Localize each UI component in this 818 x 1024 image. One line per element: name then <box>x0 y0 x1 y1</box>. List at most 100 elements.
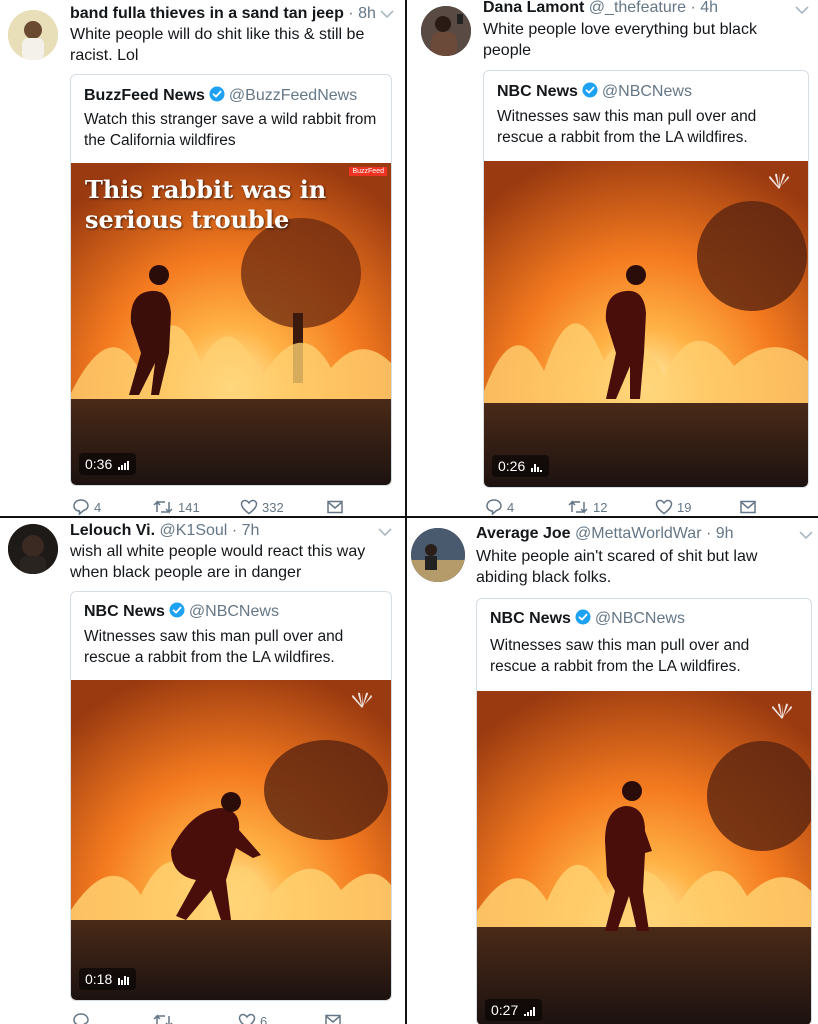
video-overlay-title: This rabbit was in serious trouble <box>85 175 327 234</box>
nbc-peacock-icon <box>352 692 372 708</box>
video-duration: 0:27 <box>485 999 543 1021</box>
dm-button[interactable] <box>324 1012 346 1024</box>
wildfire-video-frame <box>477 691 811 1024</box>
like-button[interactable]: 19 <box>655 498 691 516</box>
quoted-display-name: NBC News <box>497 83 578 100</box>
quoted-tweet[interactable]: NBC News @NBCNews Witnesses saw this man … <box>70 591 392 1001</box>
display-name[interactable]: Dana Lamont <box>483 0 584 16</box>
tweet-header: Lelouch Vi. @K1Soul · 7h <box>70 521 259 541</box>
tweet-header: Dana Lamont @_thefeature · 4h <box>483 0 718 18</box>
like-count: 6 <box>260 1014 268 1024</box>
timestamp[interactable]: · 4h <box>690 0 718 16</box>
reply-button[interactable] <box>72 1012 94 1024</box>
nbc-peacock-icon <box>769 173 789 189</box>
quoted-tweet[interactable]: NBC News @NBCNews Witnesses saw this man … <box>476 598 812 1024</box>
tweet-header: band fulla thieves in a sand tan jeep · … <box>70 4 376 24</box>
tweet-actions: 6 <box>72 1012 392 1024</box>
display-name[interactable]: Average Joe <box>476 525 571 542</box>
reply-button[interactable]: 4 <box>72 498 101 516</box>
video-duration: 0:18 <box>79 968 137 990</box>
avatar[interactable] <box>8 10 58 60</box>
buzzfeed-logo: BuzzFeed <box>349 167 387 176</box>
chevron-down-icon[interactable] <box>378 527 392 537</box>
retweet-button[interactable]: 12 <box>567 498 607 516</box>
tweet-card-2[interactable]: Dana Lamont @_thefeature · 4h White peop… <box>407 0 818 516</box>
dm-button[interactable] <box>326 498 348 516</box>
volume-icon <box>118 461 130 470</box>
tweet-actions: 4 141 332 <box>72 498 392 516</box>
dm-button[interactable] <box>739 498 761 516</box>
quoted-tweet[interactable]: NBC News @NBCNews Witnesses saw this man … <box>483 70 809 488</box>
like-icon <box>240 499 258 515</box>
like-button[interactable]: 332 <box>240 498 284 516</box>
nbc-peacock-icon <box>772 703 792 719</box>
chevron-down-icon[interactable] <box>799 530 813 540</box>
timestamp[interactable]: · 7h <box>232 522 260 539</box>
verified-icon <box>168 602 185 618</box>
avatar-image-icon <box>411 528 465 582</box>
like-count: 19 <box>677 500 692 515</box>
avatar-image-icon <box>421 6 471 56</box>
retweet-count: 12 <box>593 500 608 515</box>
avatar[interactable] <box>8 524 58 574</box>
reply-button[interactable]: 4 <box>485 498 514 516</box>
video-player[interactable]: This rabbit was in serious trouble BuzzF… <box>71 163 391 485</box>
dm-icon <box>740 500 756 514</box>
display-name[interactable]: band fulla thieves in a sand tan jeep <box>70 5 344 22</box>
like-button[interactable]: 6 <box>238 1012 267 1024</box>
chevron-down-icon[interactable] <box>795 5 809 15</box>
avatar-image-icon <box>8 10 58 60</box>
wildfire-video-frame <box>71 680 391 1000</box>
quoted-tweet-text: Watch this stranger save a wild rabbit f… <box>84 111 377 149</box>
display-name[interactable]: Lelouch Vi. <box>70 522 155 539</box>
quoted-tweet-text: Witnesses saw this man pull over and res… <box>490 637 750 675</box>
video-player[interactable]: 0:27 <box>477 691 811 1024</box>
tweet-card-4[interactable]: Average Joe @MettaWorldWar · 9h White pe… <box>407 518 818 1024</box>
retweet-icon <box>568 500 588 514</box>
duration-label: 0:18 <box>85 971 113 987</box>
handle[interactable]: @MettaWorldWar <box>575 525 701 542</box>
video-player[interactable]: 0:18 <box>71 680 391 1000</box>
tweet-header: Average Joe @MettaWorldWar · 9h <box>476 524 734 544</box>
like-icon <box>238 1013 256 1024</box>
tweet-card-1[interactable]: band fulla thieves in a sand tan jeep · … <box>0 0 405 516</box>
quoted-tweet-header: NBC News @NBCNews <box>84 602 279 621</box>
retweet-button[interactable]: 141 <box>152 498 200 516</box>
duration-label: 0:26 <box>498 458 526 474</box>
quoted-tweet-header: NBC News @NBCNews <box>490 609 685 628</box>
volume-icon <box>531 464 543 472</box>
quoted-handle: @NBCNews <box>594 610 685 627</box>
avatar[interactable] <box>421 6 471 56</box>
chevron-down-icon[interactable] <box>380 9 394 19</box>
like-count: 332 <box>262 500 284 515</box>
quoted-handle: @NBCNews <box>188 603 279 620</box>
duration-label: 0:36 <box>85 456 113 472</box>
tweet-text: White people love everything but black p… <box>483 21 757 59</box>
handle[interactable]: @_thefeature <box>589 0 686 16</box>
video-duration: 0:26 <box>492 455 550 477</box>
retweet-count: 141 <box>178 500 200 515</box>
video-player[interactable]: 0:26 <box>484 161 808 487</box>
retweet-icon <box>153 1014 173 1024</box>
quoted-tweet-text: Witnesses saw this man pull over and res… <box>84 628 344 666</box>
verified-icon <box>574 609 591 625</box>
quoted-tweet[interactable]: BuzzFeed News @BuzzFeedNews Watch this st… <box>70 74 392 486</box>
collage-divider-horizontal <box>0 516 818 518</box>
reply-icon <box>486 499 502 516</box>
quoted-display-name: NBC News <box>84 603 165 620</box>
quoted-tweet-header: NBC News @NBCNews <box>497 82 692 101</box>
retweet-button[interactable] <box>152 1012 178 1024</box>
handle[interactable]: @K1Soul <box>160 522 228 539</box>
tweet-text: wish all white people would react this w… <box>70 543 366 581</box>
quoted-tweet-header: BuzzFeed News @BuzzFeedNews <box>84 86 357 105</box>
dm-icon <box>325 1014 341 1024</box>
reply-count: 4 <box>507 500 515 515</box>
tweet-actions: 4 12 19 <box>485 498 815 516</box>
timestamp[interactable]: · 8h <box>348 5 376 22</box>
reply-count: 4 <box>94 500 102 515</box>
tweet-card-3[interactable]: Lelouch Vi. @K1Soul · 7h wish all white … <box>0 518 405 1024</box>
quoted-display-name: NBC News <box>490 610 571 627</box>
quoted-handle: @NBCNews <box>601 83 692 100</box>
timestamp[interactable]: · 9h <box>706 525 734 542</box>
avatar[interactable] <box>411 528 465 582</box>
